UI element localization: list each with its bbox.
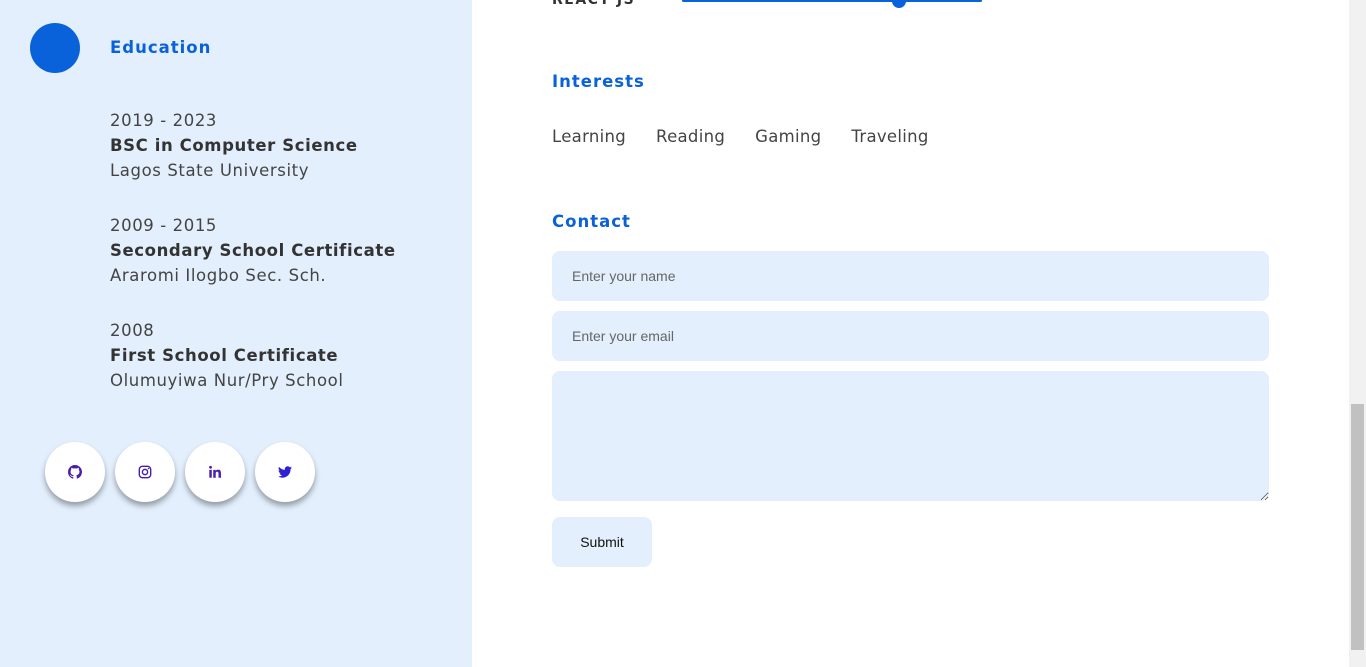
instagram-icon [138,465,152,479]
name-input[interactable] [552,251,1269,301]
twitter-icon [278,466,292,478]
skill-progress-bar [682,0,982,2]
interest-item: Gaming [755,127,822,146]
interests-list: Learning Reading Gaming Traveling [552,127,929,146]
education-list: 2019 - 2023 BSC in Computer Science Lago… [110,108,396,423]
skill-progress-thumb [892,0,906,8]
education-title: Education [110,38,212,57]
scrollbar-thumb[interactable] [1351,404,1364,650]
education-degree: BSC in Computer Science [110,136,358,155]
education-degree: First School Certificate [110,346,339,365]
education-years: 2008 [110,321,155,340]
github-link[interactable] [45,442,105,502]
twitter-link[interactable] [255,442,315,502]
message-textarea[interactable] [552,371,1269,501]
interests-title: Interests [552,72,645,91]
skill-label: REACT JS [552,0,636,8]
instagram-link[interactable] [115,442,175,502]
submit-button[interactable]: Submit [552,517,652,567]
education-item: 2019 - 2023 BSC in Computer Science Lago… [110,108,396,183]
interest-item: Learning [552,127,627,146]
education-icon [30,23,80,73]
education-item: 2009 - 2015 Secondary School Certificate… [110,213,396,288]
interest-item: Traveling [851,127,929,146]
education-school: Araromi Ilogbo Sec. Sch. [110,266,327,285]
education-years: 2009 - 2015 [110,216,218,235]
education-item: 2008 First School Certificate Olumuyiwa … [110,318,396,393]
education-years: 2019 - 2023 [110,111,218,130]
education-degree: Secondary School Certificate [110,241,396,260]
education-school: Lagos State University [110,161,310,180]
linkedin-icon [209,465,221,478]
interest-item: Reading [656,127,726,146]
email-input[interactable] [552,311,1269,361]
scrollbar[interactable] [1349,0,1366,667]
social-links [45,442,315,502]
sidebar: Education 2019 - 2023 BSC in Computer Sc… [0,0,472,667]
linkedin-link[interactable] [185,442,245,502]
main-content: REACT JS Interests Learning Reading Gami… [472,0,1349,667]
education-school: Olumuyiwa Nur/Pry School [110,371,344,390]
github-icon [68,465,82,479]
contact-title: Contact [552,212,631,231]
